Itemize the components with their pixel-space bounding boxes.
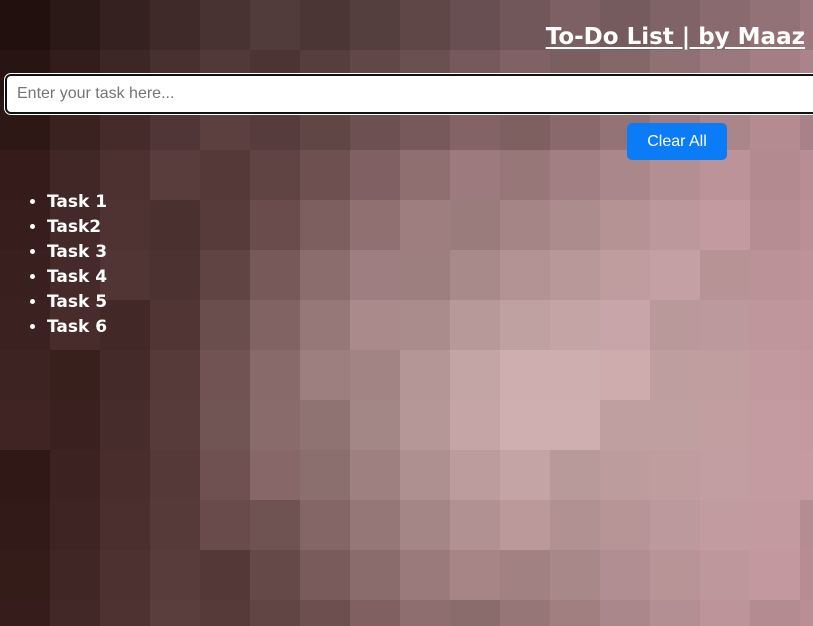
page-title: To-Do List | by Maaz	[545, 24, 805, 50]
task-input[interactable]	[5, 74, 813, 114]
task-list: Task 1 Task2 Task 3 Task 4 Task 5 Task 6	[23, 190, 107, 340]
list-item[interactable]: Task 6	[47, 315, 107, 340]
list-item[interactable]: Task2	[47, 215, 107, 240]
list-item[interactable]: Task 4	[47, 265, 107, 290]
list-item[interactable]: Task 5	[47, 290, 107, 315]
list-item[interactable]: Task 3	[47, 240, 107, 265]
list-item[interactable]: Task 1	[47, 190, 107, 215]
clear-all-button[interactable]: Clear All	[627, 123, 727, 160]
